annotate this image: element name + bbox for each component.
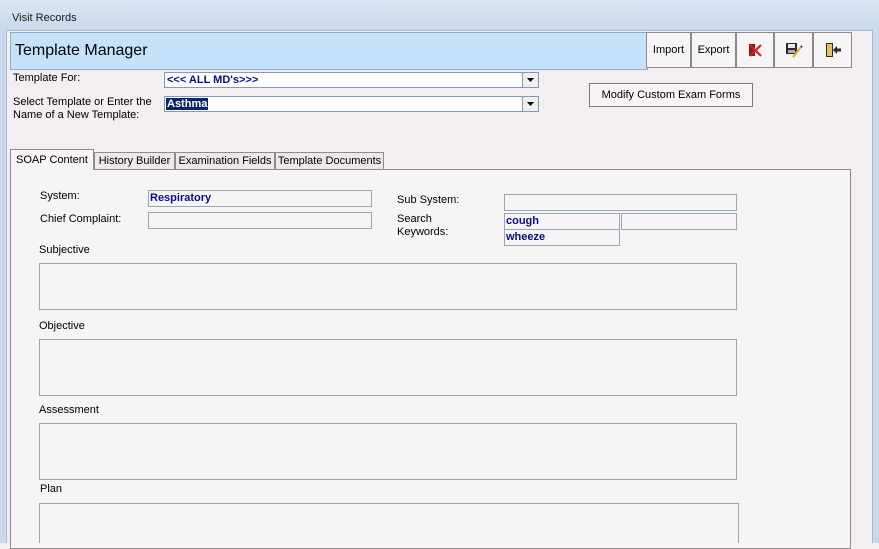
keyword-field-1[interactable]: cough — [504, 213, 620, 230]
select-template-label-line1: Select Template or Enter the — [13, 96, 152, 108]
page-title: Template Manager — [15, 42, 148, 59]
keyword-value: wheeze — [506, 231, 546, 243]
search-keywords-label-line1: Search — [397, 213, 432, 225]
window-frame-right — [872, 30, 879, 543]
modify-custom-exam-forms-button[interactable]: Modify Custom Exam Forms — [589, 83, 753, 107]
export-button-label: Export — [697, 44, 730, 56]
exit-icon — [825, 43, 841, 57]
tab-label: SOAP Content — [16, 154, 88, 166]
window-titlebar: Visit Records — [0, 0, 879, 31]
cancel-button[interactable] — [736, 32, 774, 68]
keyword-value: cough — [506, 215, 539, 227]
tab-label: Template Documents — [277, 155, 382, 167]
window-frame-left — [0, 30, 7, 543]
select-template-combo[interactable]: Asthma — [164, 96, 539, 112]
import-button-label: Import — [652, 44, 685, 56]
sub-system-label: Sub System: — [397, 194, 460, 206]
select-template-label-line2: Name of a New Template: — [13, 109, 140, 121]
exit-button[interactable] — [813, 32, 852, 68]
template-for-select[interactable]: <<< ALL MD's>>> — [164, 72, 539, 88]
system-value: Respiratory — [150, 192, 212, 204]
modify-button-label: Modify Custom Exam Forms — [601, 89, 741, 101]
header-bar: Template Manager — [10, 32, 648, 70]
template-for-dropdown[interactable] — [522, 73, 538, 87]
select-template-value: Asthma — [166, 98, 209, 110]
tab-soap-content[interactable]: SOAP Content — [10, 149, 94, 170]
system-label: System: — [40, 190, 80, 202]
keyword-field-3[interactable] — [621, 213, 737, 230]
template-for-label: Template For: — [13, 72, 81, 84]
import-button[interactable]: Import — [646, 32, 691, 68]
search-keywords-label: Search Keywords: — [397, 213, 448, 239]
objective-label: Objective — [39, 320, 85, 332]
subjective-textarea[interactable] — [39, 263, 737, 310]
subjective-label: Subjective — [39, 244, 90, 256]
template-for-value: <<< ALL MD's>>> — [167, 74, 259, 86]
objective-textarea[interactable] — [39, 339, 737, 396]
tab-label: Examination Fields — [178, 155, 272, 167]
tab-template-documents[interactable]: Template Documents — [275, 152, 384, 169]
tab-history-builder[interactable]: History Builder — [94, 152, 175, 169]
assessment-label: Assessment — [39, 404, 99, 416]
system-field[interactable]: Respiratory — [148, 190, 372, 207]
chief-complaint-field[interactable] — [148, 212, 372, 229]
select-template-dropdown[interactable] — [522, 97, 538, 111]
plan-label: Plan — [40, 483, 63, 495]
sub-system-field[interactable] — [504, 194, 737, 211]
tab-examination-fields[interactable]: Examination Fields — [175, 152, 275, 169]
chief-complaint-label: Chief Complaint: — [40, 213, 122, 225]
keyword-field-2[interactable]: wheeze — [504, 229, 620, 246]
tab-label: History Builder — [98, 155, 171, 167]
plan-textarea[interactable] — [39, 503, 739, 543]
chevron-down-icon — [527, 102, 534, 106]
cancel-icon — [749, 44, 762, 57]
assessment-textarea[interactable] — [39, 423, 737, 480]
save-edit-button[interactable] — [774, 32, 813, 68]
chevron-down-icon — [527, 78, 534, 82]
export-button[interactable]: Export — [691, 32, 736, 68]
select-template-label: Select Template or Enter the Name of a N… — [13, 96, 152, 122]
search-keywords-label-line2: Keywords: — [397, 226, 449, 238]
window-title: Visit Records — [12, 12, 77, 24]
save-edit-icon — [785, 43, 803, 58]
